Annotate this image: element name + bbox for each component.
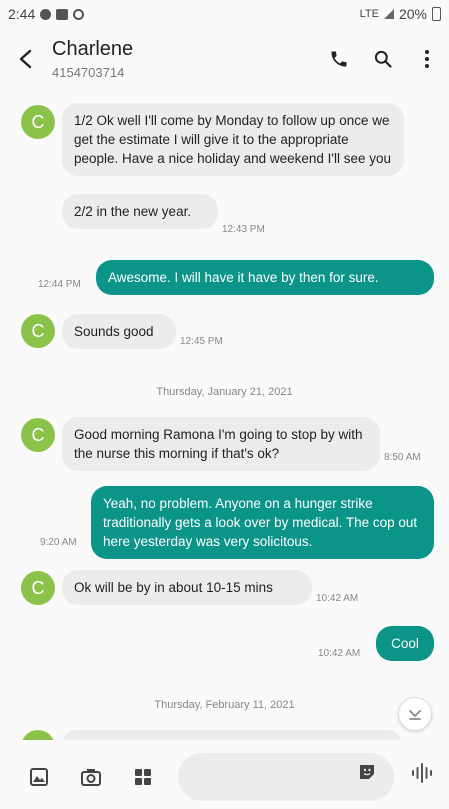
message-time: 9:20 AM (40, 537, 77, 548)
back-icon (19, 49, 32, 69)
phone-icon (331, 51, 347, 67)
contact-avatar[interactable]: C (21, 314, 55, 348)
notification-icon (40, 8, 52, 20)
outgoing-message[interactable]: Cool (376, 626, 434, 661)
incoming-message[interactable]: 1/2 Ok well I'll come by Monday to follo… (62, 103, 404, 176)
apps-button[interactable] (121, 755, 165, 799)
message-time: 12:44 PM (38, 279, 81, 290)
incoming-message[interactable]: Ok will be by in about 10-15 mins (62, 570, 312, 605)
back-button[interactable] (0, 33, 52, 85)
scroll-to-bottom-button[interactable] (398, 697, 432, 731)
more-options-button[interactable] (405, 37, 449, 81)
contact-avatar[interactable]: C (21, 571, 55, 605)
contact-avatar[interactable]: C (21, 105, 55, 139)
date-separator: Thursday, January 21, 2021 (156, 386, 293, 398)
voice-record-button[interactable] (404, 753, 440, 793)
search-button[interactable] (361, 37, 405, 81)
incoming-message[interactable]: Good morning Ramona I'm going to stop by… (62, 417, 380, 471)
message-time: 8:50 AM (384, 452, 421, 463)
gallery-icon (30, 768, 48, 786)
call-button[interactable] (317, 37, 361, 81)
outgoing-message[interactable]: Awesome. I will have it have by then for… (96, 260, 434, 295)
incoming-message[interactable]: 2/2 in the new year. (62, 194, 218, 229)
camera-button[interactable] (69, 755, 113, 799)
gallery-notification-icon (56, 8, 69, 20)
status-time: 2:44 (8, 6, 36, 22)
incoming-message[interactable]: Sounds good (62, 314, 176, 349)
more-icon (425, 50, 429, 68)
search-icon (374, 50, 392, 68)
sticker-button[interactable] (350, 755, 384, 789)
contact-avatar[interactable]: C (21, 418, 55, 452)
date-separator: Thursday, February 11, 2021 (154, 699, 295, 711)
network-label: LTE (359, 8, 379, 20)
message-thread[interactable]: C 1/2 Ok well I'll come by Monday to fol… (0, 90, 449, 740)
voice-icon (412, 763, 432, 783)
signal-icon (383, 9, 394, 19)
message-time: 12:43 PM (222, 224, 265, 235)
message-time: 12:45 PM (180, 336, 223, 347)
contact-info[interactable]: Charlene 4154703714 (52, 38, 317, 80)
chevron-down-icon (409, 710, 421, 720)
gallery-button[interactable] (17, 755, 61, 799)
sticker-icon (360, 765, 374, 779)
contact-number: 4154703714 (52, 65, 125, 80)
message-time: 10:42 AM (316, 593, 359, 604)
battery-label: 20% (398, 6, 427, 22)
outgoing-message[interactable]: Yeah, no problem. Anyone on a hunger str… (91, 486, 434, 559)
status-bar: 2:44 LTE 20% (0, 0, 449, 28)
camera-icon (81, 769, 101, 786)
contact-name: Charlene (52, 38, 134, 60)
contact-avatar[interactable]: C (21, 730, 55, 740)
battery-icon (432, 7, 441, 21)
incoming-message-partial[interactable] (62, 730, 402, 740)
cast-icon (73, 8, 85, 20)
status-right: LTE 20% (360, 6, 441, 22)
status-left: 2:44 (8, 6, 85, 22)
conversation-header: Charlene 4154703714 (0, 28, 449, 90)
message-time: 10:42 AM (318, 648, 361, 659)
apps-icon (135, 769, 151, 785)
